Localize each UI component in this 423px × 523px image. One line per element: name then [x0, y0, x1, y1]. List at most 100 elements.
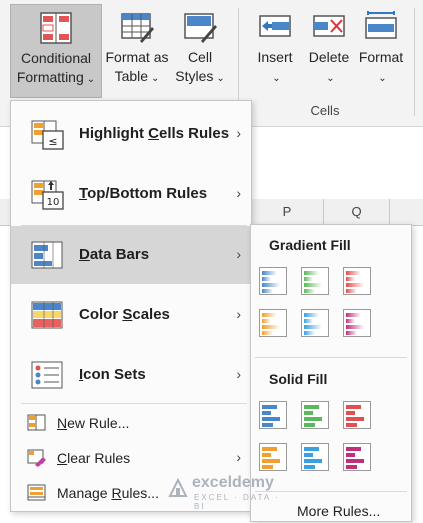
data-bar — [346, 465, 357, 469]
data-bar — [346, 313, 361, 317]
data-bar — [262, 283, 280, 287]
gradient-data-bar-icon[interactable] — [301, 267, 329, 295]
menu-item-data-bars[interactable]: Data Bars › — [11, 226, 251, 284]
data-bar — [346, 319, 355, 323]
data-bar — [262, 319, 271, 323]
icon-sets-icon — [31, 360, 65, 392]
menu-item-label: New Rule... — [57, 415, 130, 431]
data-bar — [346, 453, 355, 457]
gradient-data-bar-icon[interactable] — [343, 267, 371, 295]
solid-fill-heading: Solid Fill — [269, 371, 328, 387]
ten-glyph: 10 — [47, 197, 60, 208]
insert-label: Insert — [257, 49, 293, 65]
menu-item-top-bottom-rules[interactable]: 10 Top/Bottom Rules › — [11, 165, 251, 223]
data-bar — [262, 417, 280, 421]
data-bar — [262, 271, 277, 275]
format-as-table-label-1: Format as — [105, 49, 169, 65]
data-bar — [346, 423, 357, 427]
watermark-name: exceldemy — [192, 474, 274, 491]
insert-button[interactable]: Insert ⌄ — [250, 4, 300, 96]
delete-button[interactable]: Delete ⌄ — [304, 4, 354, 96]
data-bar — [346, 277, 355, 281]
exceldemy-logo-icon — [168, 478, 188, 497]
format-as-table-label-2: Table — [114, 68, 149, 84]
solid-data-bar-icon[interactable] — [343, 443, 371, 471]
chevron-right-icon: › — [236, 366, 241, 382]
data-bar — [346, 283, 364, 287]
solid-data-bar-icon[interactable] — [301, 401, 329, 429]
menu-item-new-rule[interactable]: New Rule... — [11, 406, 251, 440]
chevron-right-icon: › — [236, 185, 241, 201]
data-bar — [304, 313, 319, 317]
data-bar — [304, 277, 313, 281]
chevron-down-icon: ⌄ — [151, 73, 160, 84]
menu-item-label: Top/Bottom Rules — [79, 185, 208, 202]
column-header-r[interactable] — [389, 199, 423, 225]
insert-cells-icon — [258, 10, 292, 44]
new-rule-icon — [27, 414, 47, 432]
cell-styles-label-2: Styles — [175, 68, 214, 84]
menu-item-color-scales[interactable]: Color Scales › — [11, 286, 251, 344]
chevron-down-icon: ⌄ — [326, 73, 335, 84]
data-bar — [262, 313, 277, 317]
data-bar — [304, 289, 315, 293]
solid-data-bar-icon[interactable] — [259, 443, 287, 471]
gradient-data-bar-icon[interactable] — [259, 267, 287, 295]
data-bar — [304, 325, 322, 329]
data-bar — [262, 423, 273, 427]
delete-label: Delete — [308, 49, 350, 65]
menu-item-label: Icon Sets — [79, 366, 146, 383]
data-bar — [304, 423, 315, 427]
menu-item-label: Data Bars — [79, 246, 150, 263]
column-header-p[interactable]: P — [250, 199, 323, 225]
delete-cells-icon — [312, 10, 346, 44]
data-bar — [262, 465, 273, 469]
gradient-data-bar-icon[interactable] — [343, 309, 371, 337]
chevron-down-icon: ⌄ — [272, 73, 281, 84]
chevron-down-icon: ⌄ — [86, 74, 96, 85]
menu-item-icon-sets[interactable]: Icon Sets › — [11, 346, 251, 404]
chevron-right-icon: › — [236, 246, 241, 262]
data-bar — [262, 453, 271, 457]
solid-data-bar-icon[interactable] — [301, 443, 329, 471]
menu-item-clear-rules[interactable]: Clear Rules › — [11, 441, 251, 475]
chevron-right-icon: › — [236, 449, 241, 465]
gradient-data-bar-icon[interactable] — [301, 309, 329, 337]
data-bar — [262, 325, 280, 329]
data-bar — [304, 271, 319, 275]
data-bar — [304, 283, 322, 287]
clear-rules-icon — [27, 449, 47, 467]
data-bar — [346, 405, 361, 409]
menu-item-label: Manage Rules... — [57, 485, 159, 501]
data-bar — [304, 465, 315, 469]
exceldemy-watermark: exceldemy EXCEL · DATA · BI — [168, 474, 286, 511]
format-button[interactable]: Format ⌄ — [356, 4, 406, 96]
menu-item-highlight-cells-rules[interactable]: ≤ Highlight Cells Rules › — [11, 105, 251, 163]
format-label: Format — [358, 49, 404, 65]
format-as-table-button[interactable]: Format as Table ⌄ — [104, 4, 170, 96]
gradient-data-bar-icon[interactable] — [259, 309, 287, 337]
conditional-formatting-button[interactable]: Conditional Formatting ⌄ — [10, 4, 102, 98]
ribbon-separator — [414, 8, 415, 116]
more-rules-button[interactable]: More Rules... — [297, 503, 380, 519]
conditional-formatting-label-2: Formatting — [16, 69, 84, 85]
column-header-q[interactable]: Q — [323, 199, 389, 225]
solid-data-bar-icon[interactable] — [259, 401, 287, 429]
data-bar — [262, 331, 273, 335]
color-scales-icon — [31, 300, 65, 332]
solid-data-bar-icon[interactable] — [343, 401, 371, 429]
menu-item-label: Highlight Cells Rules — [79, 125, 230, 142]
data-bar — [304, 453, 313, 457]
data-bar — [346, 271, 361, 275]
top-bottom-icon: 10 — [31, 179, 65, 211]
format-cells-icon — [364, 10, 398, 44]
data-bar — [346, 417, 364, 421]
data-bar — [262, 405, 277, 409]
chevron-down-icon: ⌄ — [378, 73, 387, 84]
conditional-formatting-icon — [39, 11, 73, 45]
cell-styles-icon — [183, 10, 217, 44]
cell-styles-button[interactable]: Cell Styles ⌄ — [172, 4, 228, 96]
chevron-down-icon: ⌄ — [216, 73, 225, 84]
gradient-fill-heading: Gradient Fill — [269, 237, 351, 253]
data-bar — [346, 459, 364, 463]
